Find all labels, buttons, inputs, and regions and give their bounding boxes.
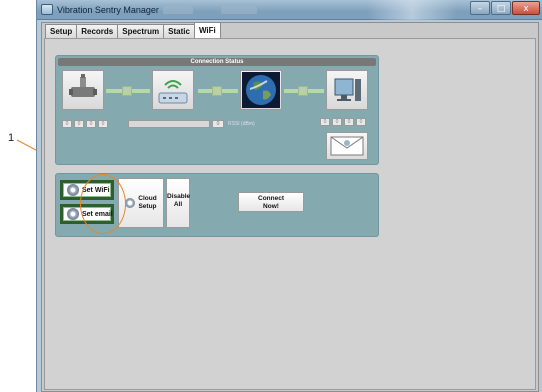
router-icon	[158, 80, 188, 104]
tab-spectrum[interactable]: Spectrum	[117, 24, 165, 39]
cloud-setup-button[interactable]: Cloud Setup	[118, 178, 164, 228]
device-ip-octet[interactable]: 0	[98, 120, 108, 128]
blurred-title-area	[221, 6, 257, 14]
set-email-button[interactable]: Set email	[60, 204, 114, 224]
tab-records[interactable]: Records	[76, 24, 119, 39]
link-node	[122, 86, 132, 96]
rssi-label: RSSI (dBm)	[228, 121, 255, 127]
disable-all-line2: All	[173, 201, 183, 208]
app-icon	[41, 4, 53, 15]
sensor-device-box	[62, 70, 104, 110]
blurred-title-area	[163, 6, 193, 14]
internet-device-box	[240, 70, 282, 110]
device-ip-octet[interactable]: 0	[86, 120, 96, 128]
app-window: Vibration Sentry Manager – □ x Setup Rec…	[36, 0, 542, 392]
action-panel: Set WiFi Set email Cloud Setup Disable A…	[55, 173, 379, 237]
computer-icon	[334, 78, 361, 101]
set-email-label: Set email	[82, 210, 113, 218]
connection-status-header: Connection Status	[58, 58, 376, 66]
connection-status-panel: Connection Status 0 0 0 0 0 RSSI (dBm) 0…	[55, 55, 379, 165]
email-status-box	[326, 132, 368, 160]
set-wifi-label: Set WiFi	[82, 186, 110, 194]
rssi-value: 0	[212, 120, 224, 128]
link-node	[298, 86, 308, 96]
server-ip-octet[interactable]: 0	[344, 118, 354, 126]
set-wifi-button[interactable]: Set WiFi	[60, 180, 114, 200]
screenshot-stage: 1 Vibration Sentry Manager – □ x Setup R…	[0, 0, 542, 392]
earth-icon	[242, 72, 280, 108]
title-bar[interactable]: Vibration Sentry Manager – □ x	[37, 0, 542, 20]
cloud-setup-label: Cloud Setup	[138, 195, 156, 211]
router-device-box	[152, 70, 194, 110]
device-ip-octet[interactable]: 0	[74, 120, 84, 128]
server-ip-octet[interactable]: 0	[332, 118, 342, 126]
connect-now-line1: Connect	[258, 195, 284, 202]
gear-icon	[67, 184, 79, 196]
connect-now-button[interactable]: Connect Now!	[238, 192, 304, 212]
disable-all-button[interactable]: Disable All	[166, 178, 190, 228]
gear-icon	[125, 198, 136, 208]
minimize-button[interactable]: –	[470, 1, 490, 15]
server-ip-octet[interactable]: 0	[356, 118, 366, 126]
close-button[interactable]: x	[512, 1, 540, 15]
device-ip-octet[interactable]: 0	[62, 120, 72, 128]
maximize-button[interactable]: □	[491, 1, 511, 15]
cloud-setup-line2: Setup	[138, 203, 157, 210]
tab-wifi[interactable]: WiFi	[193, 22, 221, 39]
tab-setup[interactable]: Setup	[45, 24, 78, 39]
tab-static[interactable]: Static	[163, 24, 195, 39]
disable-all-line1: Disable	[167, 193, 191, 200]
callout-number: 1	[8, 132, 15, 144]
link-node	[212, 86, 222, 96]
cloud-setup-line1: Cloud	[138, 195, 157, 202]
server-ip-octet[interactable]: 0	[320, 118, 330, 126]
window-controls: – □ x	[470, 1, 540, 15]
window-title: Vibration Sentry Manager	[57, 5, 159, 15]
window-content: Setup Records Spectrum Static WiFi Conne…	[41, 22, 539, 392]
ssid-field[interactable]	[128, 120, 210, 128]
sensor-icon	[69, 74, 97, 97]
envelope-icon	[330, 136, 364, 156]
computer-device-box	[326, 70, 368, 110]
tab-strip: Setup Records Spectrum Static WiFi	[45, 22, 221, 39]
gear-icon	[67, 208, 79, 220]
connect-now-line2: Now!	[263, 203, 279, 210]
wifi-tab-page: Connection Status 0 0 0 0 0 RSSI (dBm) 0…	[44, 38, 536, 390]
title-glow	[367, 0, 457, 20]
